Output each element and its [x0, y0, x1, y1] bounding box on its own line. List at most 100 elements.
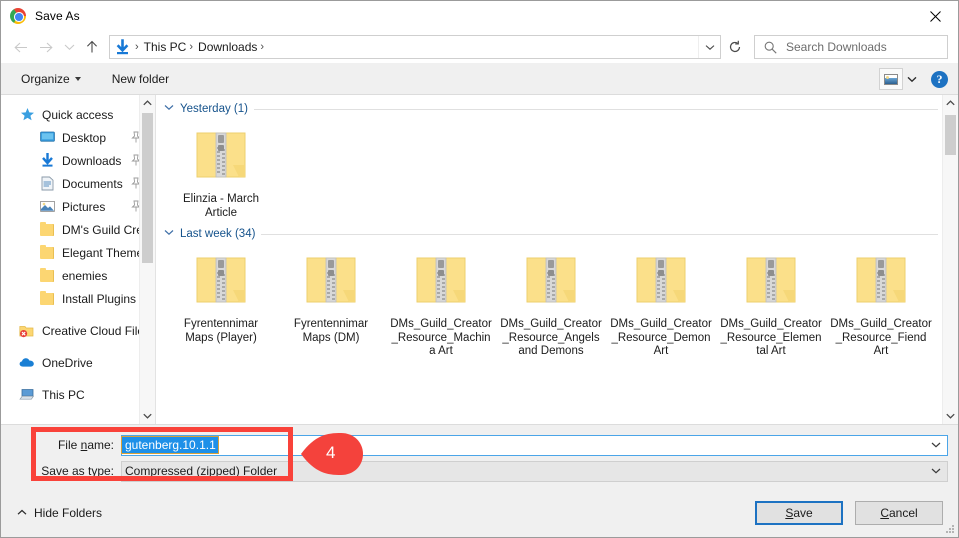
group-label: Last week (34) [180, 228, 255, 240]
file-group-header-last-week[interactable]: Last week (34) [156, 220, 958, 244]
file-name: DMs_Guild_Creator_Resource_Elemental Art [719, 318, 823, 359]
annotation-number: 4 [326, 443, 335, 463]
scrollbar-thumb[interactable] [945, 115, 956, 155]
creative-cloud-folder-icon [19, 323, 35, 339]
save-as-type-label: Save as type: [27, 464, 121, 478]
sidebar-item-this-pc[interactable]: This PC [1, 383, 155, 406]
sidebar-label: Pictures [62, 200, 105, 214]
search-input[interactable]: Search Downloads [754, 35, 948, 59]
folder-icon [39, 222, 55, 238]
file-tile[interactable]: DMs_Guild_Creator_Resource_Angels and De… [496, 244, 606, 359]
navigation-bar: › This PC › Downloads › Search Downloads [1, 31, 958, 63]
file-list-pane[interactable]: Yesterday (1) [156, 95, 958, 424]
sidebar-item-install-plugins[interactable]: Install Plugins [1, 287, 155, 310]
file-name: Fyrentennimar Maps (DM) [279, 318, 383, 345]
file-tile[interactable]: DMs_Guild_Creator_Resource_Elemental Art [716, 244, 826, 359]
cancel-button[interactable]: Cancel [855, 501, 943, 525]
zipped-folder-icon [189, 248, 253, 312]
sidebar-item-pictures[interactable]: Pictures [1, 195, 155, 218]
chevron-down-icon[interactable] [164, 229, 174, 239]
sidebar-spacer [1, 374, 155, 383]
file-tile[interactable]: DMs_Guild_Creator_Resource_Demon Art [606, 244, 716, 359]
folder-icon [39, 291, 55, 307]
sidebar-label: OneDrive [42, 356, 93, 370]
breadcrumb-separator-1: › [186, 41, 198, 53]
chevron-down-icon[interactable] [931, 442, 941, 449]
chevron-down-icon[interactable] [164, 104, 174, 114]
file-name: DMs_Guild_Creator_Resource_Angels and De… [499, 318, 603, 359]
search-placeholder: Search Downloads [786, 40, 887, 54]
file-tile[interactable]: Fyrentennimar Maps (DM) [276, 244, 386, 359]
sidebar-item-creative-cloud-files[interactable]: Creative Cloud File [1, 319, 155, 342]
forward-icon[interactable] [33, 34, 59, 60]
file-tile[interactable]: DMs_Guild_Creator_Resource_Fiend Art [826, 244, 936, 359]
file-name: Fyrentennimar Maps (Player) [169, 318, 273, 345]
sidebar-item-onedrive[interactable]: OneDrive [1, 351, 155, 374]
command-bar-right: ? [879, 63, 948, 95]
organize-button[interactable]: Organize [15, 69, 87, 89]
help-glyph: ? [937, 72, 943, 87]
zipped-folder-icon [849, 248, 913, 312]
close-button[interactable] [913, 1, 958, 31]
recent-locations-chevron-down-icon[interactable] [59, 34, 79, 60]
dialog-footer: Hide Folders Save Cancel [1, 489, 958, 537]
save-as-type-value: Compressed (zipped) Folder [122, 464, 277, 478]
chevron-up-icon [17, 508, 27, 519]
hide-folders-button[interactable]: Hide Folders [17, 506, 102, 520]
scroll-down-icon[interactable] [140, 408, 155, 424]
file-tile[interactable]: Fyrentennimar Maps (Player) [166, 244, 276, 359]
sidebar-item-desktop[interactable]: Desktop [1, 126, 155, 149]
zipped-folder-icon [519, 248, 583, 312]
onedrive-cloud-icon [19, 355, 35, 371]
window-title: Save As [35, 9, 80, 23]
chevron-down-icon[interactable] [931, 468, 941, 475]
file-group-header-yesterday[interactable]: Yesterday (1) [156, 95, 958, 119]
sidebar-item-enemies[interactable]: enemies [1, 264, 155, 287]
sidebar-item-dms-guild-creator[interactable]: DM's Guild Creat [1, 218, 155, 241]
refresh-icon[interactable] [722, 35, 748, 59]
file-name-input[interactable]: gutenberg.10.1.1 [121, 435, 948, 456]
help-icon[interactable]: ? [931, 71, 948, 88]
file-list-scrollbar[interactable] [942, 95, 958, 424]
group-label: Yesterday (1) [180, 103, 248, 115]
sidebar-item-quick-access[interactable]: Quick access [1, 103, 155, 126]
search-icon [764, 41, 777, 54]
sidebar-scrollbar[interactable] [139, 95, 155, 424]
breadcrumb-chevron-down-icon[interactable] [698, 36, 720, 58]
sidebar-spacer [1, 310, 155, 319]
file-tile[interactable]: DMs_Guild_Creator_Resource_Machina Art [386, 244, 496, 359]
save-as-type-select[interactable]: Compressed (zipped) Folder [121, 461, 948, 482]
breadcrumb-separator-2: › [257, 41, 269, 53]
back-icon[interactable] [7, 34, 33, 60]
group-rule [254, 109, 938, 110]
breadcrumb-separator-0: › [132, 41, 144, 53]
star-icon [19, 107, 35, 123]
chrome-icon [10, 8, 26, 24]
scroll-up-icon[interactable] [140, 95, 155, 111]
sidebar-label: Elegant Themes [62, 246, 149, 260]
breadcrumb[interactable]: › This PC › Downloads › [109, 35, 721, 59]
sidebar-label: Install Plugins [62, 292, 136, 306]
this-pc-icon [19, 387, 35, 403]
breadcrumb-item-this-pc[interactable]: This PC [144, 40, 187, 54]
scrollbar-thumb[interactable] [142, 113, 153, 263]
save-as-dialog: Save As › This PC › D [0, 0, 959, 538]
save-form: File name: gutenberg.10.1.1 Save as type… [1, 424, 958, 489]
scroll-up-icon[interactable] [943, 95, 958, 111]
view-chevron-down-icon[interactable] [907, 76, 917, 83]
resize-grip[interactable] [945, 524, 955, 534]
breadcrumb-item-downloads[interactable]: Downloads [198, 40, 257, 54]
new-folder-button[interactable]: New folder [106, 69, 175, 89]
caret-down-icon [75, 77, 81, 81]
file-tile[interactable]: Elinzia - March Article [166, 119, 276, 220]
view-thumbnails-icon[interactable] [879, 68, 903, 90]
save-button[interactable]: Save [755, 501, 843, 525]
sidebar-item-downloads[interactable]: Downloads [1, 149, 155, 172]
title-bar: Save As [1, 1, 958, 31]
up-icon[interactable] [79, 34, 105, 60]
command-bar: Organize New folder ? [1, 63, 958, 95]
zipped-folder-icon [739, 248, 803, 312]
scroll-down-icon[interactable] [943, 408, 958, 424]
sidebar-item-documents[interactable]: Documents [1, 172, 155, 195]
sidebar-item-elegant-themes[interactable]: Elegant Themes [1, 241, 155, 264]
